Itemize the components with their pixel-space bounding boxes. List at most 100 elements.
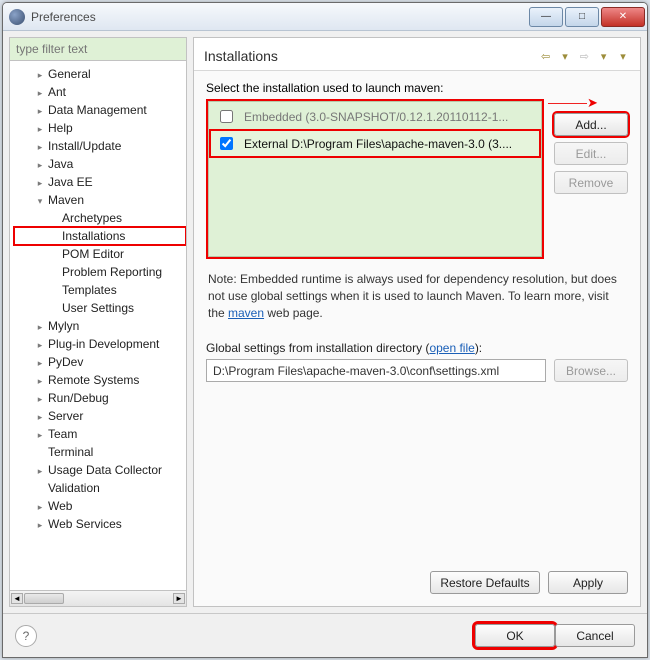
- add-button[interactable]: Add...: [554, 113, 628, 136]
- installation-label: External D:\Program Files\apache-maven-3…: [244, 137, 512, 151]
- expand-icon[interactable]: ▸: [34, 502, 46, 513]
- tree-item-terminal[interactable]: Terminal: [14, 443, 186, 461]
- back-icon[interactable]: ⇦: [539, 50, 553, 63]
- back-menu-icon[interactable]: ▾: [558, 50, 572, 63]
- tree-item-server[interactable]: ▸Server: [14, 407, 186, 425]
- tree-item-remote-systems[interactable]: ▸Remote Systems: [14, 371, 186, 389]
- expand-icon[interactable]: ▸: [34, 340, 46, 351]
- select-installation-label: Select the installation used to launch m…: [206, 81, 628, 95]
- tree-item-pom-editor[interactable]: POM Editor: [14, 245, 186, 263]
- edit-button[interactable]: Edit...: [554, 142, 628, 165]
- scroll-thumb[interactable]: [24, 593, 64, 604]
- tree-item-run-debug[interactable]: ▸Run/Debug: [14, 389, 186, 407]
- apply-button[interactable]: Apply: [548, 571, 628, 594]
- installation-item[interactable]: Embedded (3.0-SNAPSHOT/0.12.1.20110112-1…: [210, 103, 540, 130]
- expand-icon[interactable]: ▸: [34, 178, 46, 189]
- panel-header: Installations ⇦ ▾ ⇨ ▾ ▾: [194, 38, 640, 71]
- expand-icon[interactable]: ▸: [34, 106, 46, 117]
- filter-input[interactable]: [10, 38, 186, 61]
- tree-item-label: Team: [48, 427, 77, 441]
- tree-item-data-management[interactable]: ▸Data Management: [14, 101, 186, 119]
- tree-item-ant[interactable]: ▸Ant: [14, 83, 186, 101]
- tree-item-label: POM Editor: [62, 247, 124, 261]
- installations-row: Embedded (3.0-SNAPSHOT/0.12.1.20110112-1…: [206, 99, 628, 259]
- tree-item-label: PyDev: [48, 355, 83, 369]
- tree-item-label: Help: [48, 121, 73, 135]
- help-button[interactable]: ?: [15, 625, 37, 647]
- tree-item-maven[interactable]: ▾Maven: [14, 191, 186, 209]
- global-label-prefix: Global settings from installation direct…: [206, 341, 429, 355]
- close-button[interactable]: ✕: [601, 7, 645, 27]
- global-settings-label: Global settings from installation direct…: [206, 341, 628, 355]
- tree-item-label: Templates: [62, 283, 117, 297]
- ok-button[interactable]: OK: [475, 624, 555, 647]
- expand-icon[interactable]: ▸: [34, 88, 46, 99]
- cancel-button[interactable]: Cancel: [555, 624, 635, 647]
- tree-item-user-settings[interactable]: User Settings: [14, 299, 186, 317]
- remove-button[interactable]: Remove: [554, 171, 628, 194]
- tree-item-java[interactable]: ▸Java: [14, 155, 186, 173]
- view-menu-icon[interactable]: ▾: [616, 50, 630, 63]
- app-icon: [9, 9, 25, 25]
- expand-icon[interactable]: ▸: [34, 124, 46, 135]
- installation-item[interactable]: External D:\Program Files\apache-maven-3…: [210, 130, 540, 157]
- scroll-right-arrow[interactable]: ►: [173, 593, 185, 604]
- expand-icon[interactable]: ▸: [34, 70, 46, 81]
- scroll-left-arrow[interactable]: ◄: [11, 593, 23, 604]
- tree-item-install-update[interactable]: ▸Install/Update: [14, 137, 186, 155]
- tree-item-plug-in-development[interactable]: ▸Plug-in Development: [14, 335, 186, 353]
- minimize-button[interactable]: —: [529, 7, 563, 27]
- tree-item-templates[interactable]: Templates: [14, 281, 186, 299]
- tree-item-label: Server: [48, 409, 83, 423]
- tree-item-problem-reporting[interactable]: Problem Reporting: [14, 263, 186, 281]
- window-controls: — □ ✕: [529, 7, 645, 27]
- expand-icon[interactable]: ▸: [34, 430, 46, 441]
- expand-icon[interactable]: ▸: [34, 520, 46, 531]
- forward-icon[interactable]: ⇨: [577, 50, 591, 63]
- tree-item-pydev[interactable]: ▸PyDev: [14, 353, 186, 371]
- tree-item-general[interactable]: ▸General: [14, 65, 186, 83]
- tree-item-label: Install/Update: [48, 139, 121, 153]
- maximize-button[interactable]: □: [565, 7, 599, 27]
- open-file-link[interactable]: open file: [429, 341, 474, 355]
- titlebar[interactable]: Preferences — □ ✕: [3, 3, 647, 31]
- expand-icon[interactable]: ▸: [34, 358, 46, 369]
- tree-item-label: Installations: [62, 229, 125, 243]
- tree-item-archetypes[interactable]: Archetypes: [14, 209, 186, 227]
- tree-item-label: Plug-in Development: [48, 337, 159, 351]
- left-panel: ▸General▸Ant▸Data Management▸Help▸Instal…: [9, 37, 187, 607]
- expand-icon[interactable]: ▸: [34, 466, 46, 477]
- expand-icon[interactable]: ▸: [34, 412, 46, 423]
- browse-button[interactable]: Browse...: [554, 359, 628, 382]
- tree-item-label: Archetypes: [62, 211, 122, 225]
- installations-list[interactable]: Embedded (3.0-SNAPSHOT/0.12.1.20110112-1…: [206, 99, 544, 259]
- tree-item-label: User Settings: [62, 301, 134, 315]
- note-text: Note: Embedded runtime is always used fo…: [206, 271, 628, 321]
- expand-icon[interactable]: ▸: [34, 376, 46, 387]
- tree-item-help[interactable]: ▸Help: [14, 119, 186, 137]
- tree-item-validation[interactable]: Validation: [14, 479, 186, 497]
- expand-icon[interactable]: ▸: [34, 394, 46, 405]
- tree-item-team[interactable]: ▸Team: [14, 425, 186, 443]
- tree-item-mylyn[interactable]: ▸Mylyn: [14, 317, 186, 335]
- tree-item-installations[interactable]: Installations: [14, 227, 186, 245]
- horizontal-scrollbar[interactable]: ◄ ►: [10, 590, 186, 606]
- tree-item-usage-data-collector[interactable]: ▸Usage Data Collector: [14, 461, 186, 479]
- preferences-tree[interactable]: ▸General▸Ant▸Data Management▸Help▸Instal…: [10, 61, 186, 590]
- tree-item-java-ee[interactable]: ▸Java EE: [14, 173, 186, 191]
- installation-checkbox[interactable]: [220, 137, 233, 150]
- expand-icon[interactable]: ▸: [34, 160, 46, 171]
- forward-menu-icon[interactable]: ▾: [597, 50, 611, 63]
- tree-item-web-services[interactable]: ▸Web Services: [14, 515, 186, 533]
- expand-icon[interactable]: ▸: [34, 322, 46, 333]
- global-settings-input[interactable]: [206, 359, 546, 382]
- restore-defaults-button[interactable]: Restore Defaults: [430, 571, 540, 594]
- maven-link[interactable]: maven: [228, 306, 264, 320]
- tree-item-web[interactable]: ▸Web: [14, 497, 186, 515]
- page-actions: Restore Defaults Apply: [206, 563, 628, 602]
- expand-icon[interactable]: ▸: [34, 142, 46, 153]
- right-panel: Installations ⇦ ▾ ⇨ ▾ ▾ Select the insta…: [193, 37, 641, 607]
- collapse-icon[interactable]: ▾: [34, 196, 46, 207]
- tree-item-label: Mylyn: [48, 319, 79, 333]
- installation-checkbox[interactable]: [220, 110, 233, 123]
